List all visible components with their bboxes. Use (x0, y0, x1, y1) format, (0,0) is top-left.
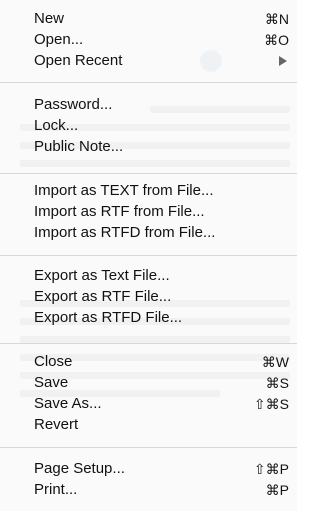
menu-item-public-note[interactable]: Public Note... (0, 137, 297, 157)
menu-item-shortcut: ⇧⌘S (253, 396, 289, 412)
menu-item-label: Page Setup... (34, 460, 125, 477)
menu-item-open[interactable]: Open... ⌘O (0, 30, 297, 50)
menu-item-label: Open... (34, 31, 84, 48)
menu-separator (0, 173, 297, 174)
menu-item-export-rtfd[interactable]: Export as RTFD File... (0, 308, 297, 328)
menu-item-page-setup[interactable]: Page Setup... ⇧⌘P (0, 459, 297, 479)
menu-item-label: Import as TEXT from File... (34, 182, 214, 199)
menu-item-label: Export as RTFD File... (34, 309, 183, 326)
menu-item-import-rtf[interactable]: Import as RTF from File... (0, 202, 297, 222)
background-blur-line (20, 160, 290, 167)
menu-item-label: Open Recent (34, 52, 123, 69)
menu-item-import-rtfd[interactable]: Import as RTFD from File... (0, 223, 297, 243)
menu-item-label: Import as RTFD from File... (34, 224, 216, 241)
menu-item-lock[interactable]: Lock... (0, 116, 297, 136)
menu-item-shortcut: ⌘O (264, 32, 289, 48)
menu-item-label: Revert (34, 416, 79, 433)
menu-separator (0, 447, 297, 448)
menu-item-export-text[interactable]: Export as Text File... (0, 266, 297, 286)
menu-item-open-recent[interactable]: Open Recent (0, 51, 297, 71)
background-blur-line (20, 336, 290, 343)
menu-item-save-as[interactable]: Save As... ⇧⌘S (0, 394, 297, 414)
menu-item-label: Close (34, 353, 73, 370)
menu-item-revert[interactable]: Revert (0, 415, 297, 435)
chevron-right-icon (279, 56, 287, 66)
menu-separator (0, 343, 297, 344)
menu-item-label: Print... (34, 481, 78, 498)
menu-separator (0, 82, 297, 83)
menu-item-label: Import as RTF from File... (34, 203, 205, 220)
menu-item-new[interactable]: New ⌘N (0, 9, 297, 29)
menu-item-label: Save As... (34, 395, 102, 412)
menu-item-label: New (34, 10, 65, 27)
menu-item-label: Lock... (34, 117, 79, 134)
menu-item-label: Export as RTF File... (34, 288, 172, 305)
menu-item-shortcut: ⌘S (265, 375, 289, 391)
menu-item-export-rtf[interactable]: Export as RTF File... (0, 287, 297, 307)
menu-separator (0, 255, 297, 256)
file-menu: New ⌘N Open... ⌘O Open Recent Password..… (0, 0, 297, 511)
menu-item-label: Save (34, 374, 69, 391)
menu-item-shortcut: ⌘P (265, 482, 289, 498)
menu-item-shortcut: ⇧⌘P (253, 461, 289, 477)
menu-item-import-text[interactable]: Import as TEXT from File... (0, 181, 297, 201)
menu-item-shortcut: ⌘W (261, 354, 289, 370)
menu-item-close[interactable]: Close ⌘W (0, 352, 297, 372)
menu-item-label: Password... (34, 96, 113, 113)
menu-item-label: Public Note... (34, 138, 124, 155)
menu-item-shortcut: ⌘N (264, 11, 289, 27)
menu-item-label: Export as Text File... (34, 267, 170, 284)
menu-item-print[interactable]: Print... ⌘P (0, 480, 297, 500)
menu-item-password[interactable]: Password... (0, 95, 297, 115)
menu-item-save[interactable]: Save ⌘S (0, 373, 297, 393)
